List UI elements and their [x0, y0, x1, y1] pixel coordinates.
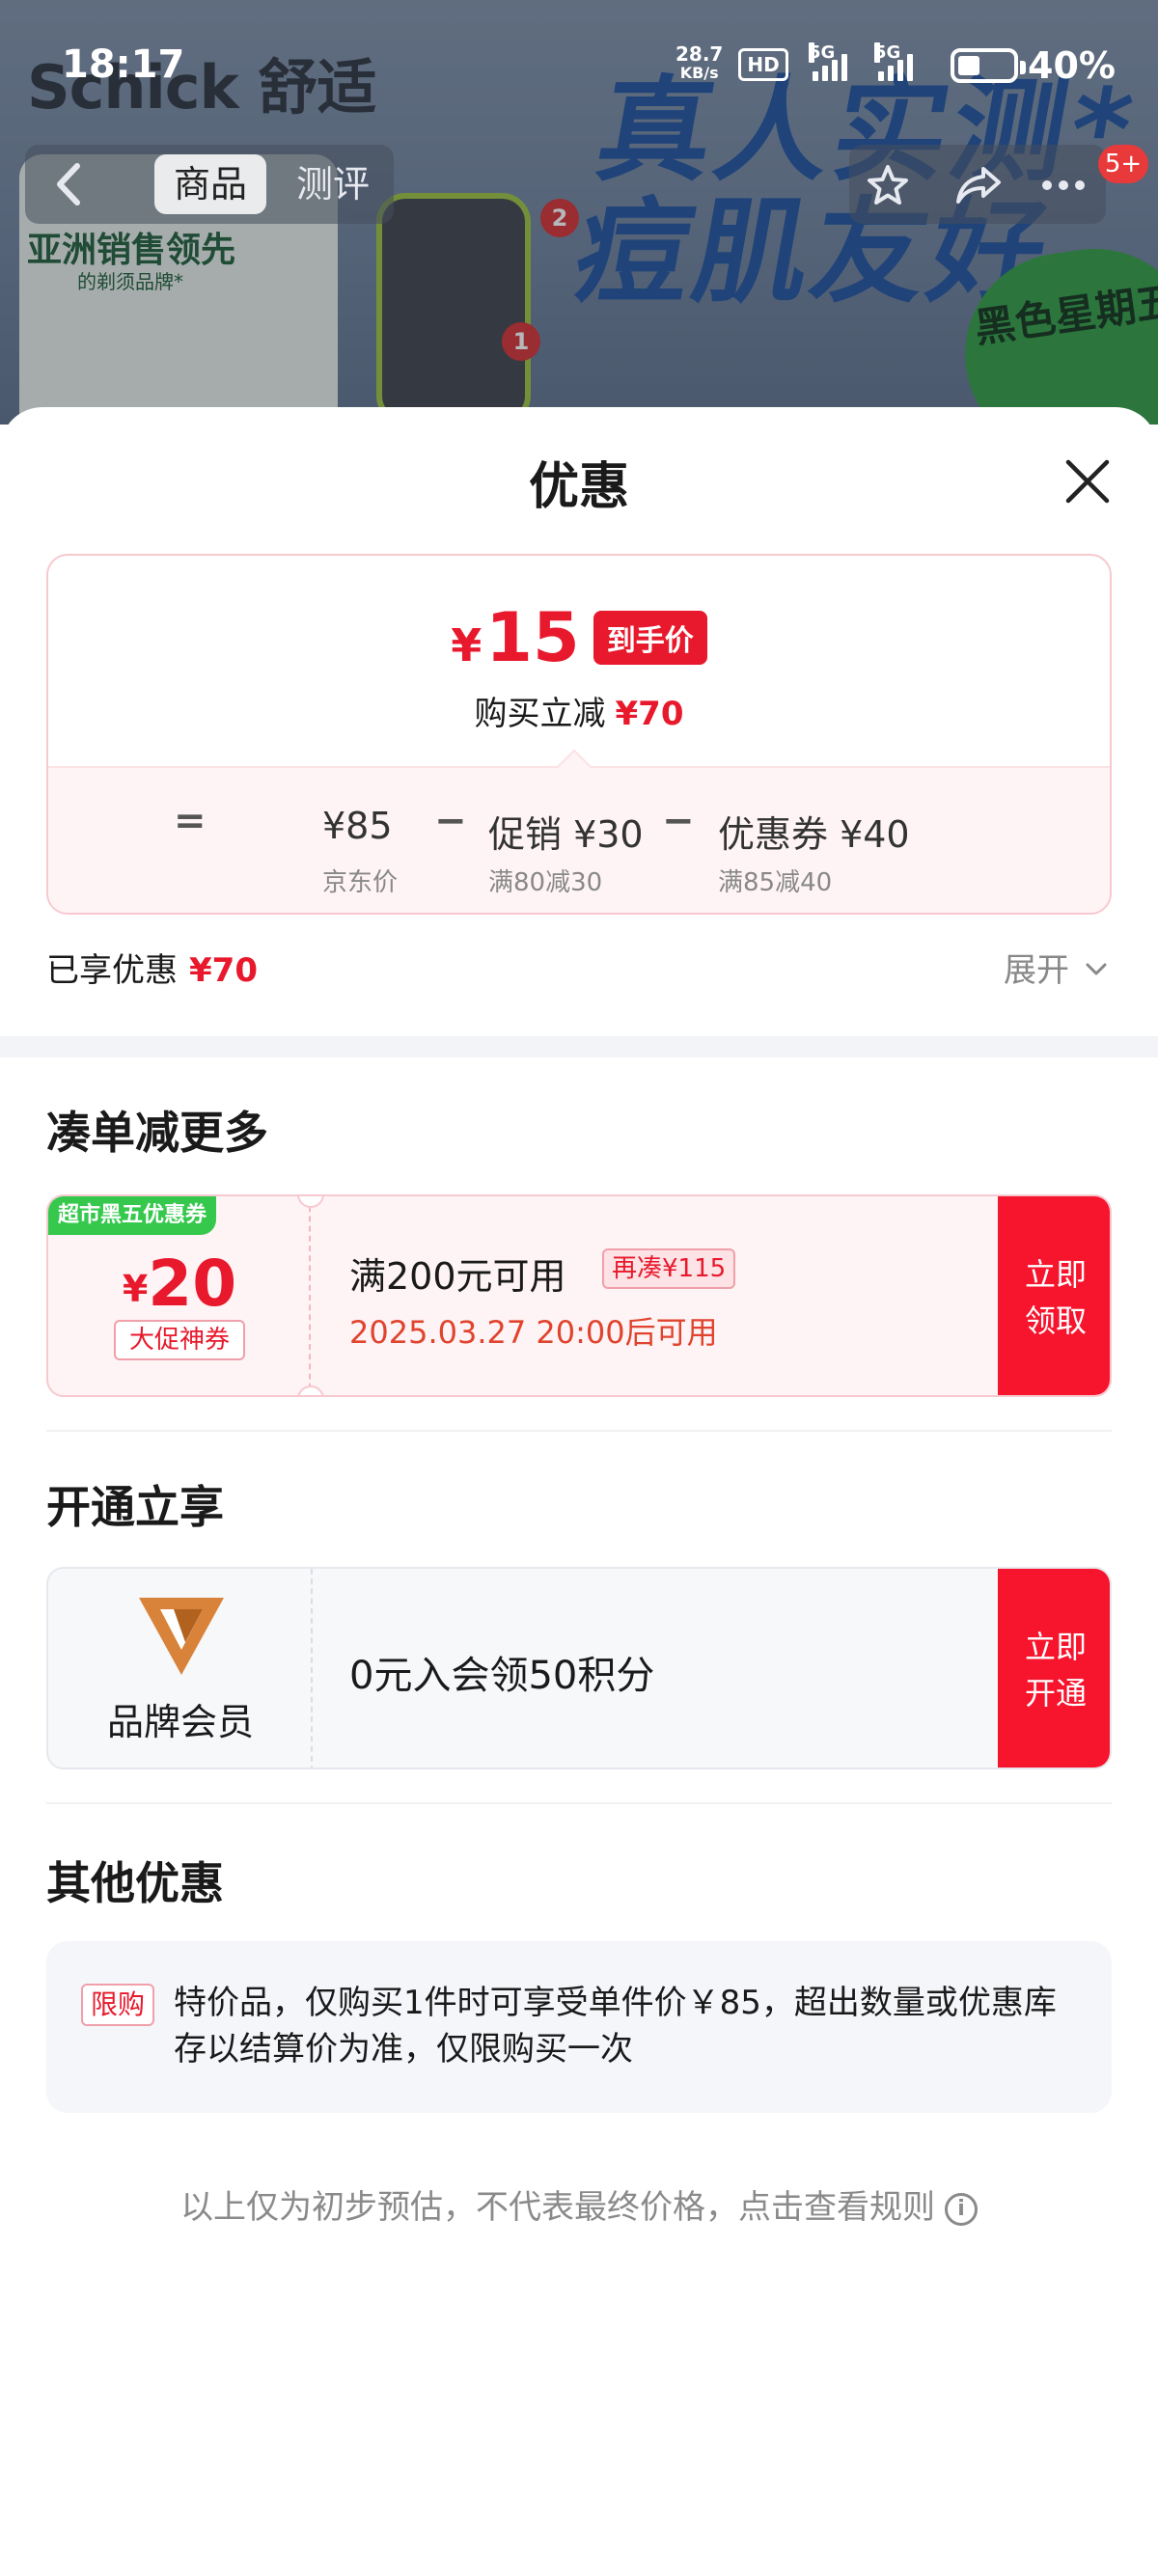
reduce-label: 购买立减 — [474, 695, 606, 733]
reduce-line: 购买立减 ¥70 — [48, 687, 1110, 734]
brand-member-logo-icon — [135, 1594, 228, 1679]
coupon-card: 超市黑五优惠券 ¥20 大促神券 满200元可用 再凑¥115 2025.03.… — [46, 1194, 1112, 1397]
final-price-row: ¥ 15 到手价 — [48, 598, 1110, 677]
limit-purchase-tag: 限购 — [81, 1984, 155, 2026]
signal-1-label: 5G — [809, 42, 836, 63]
status-time: 18:17 — [62, 42, 185, 87]
final-price: 15 — [485, 598, 580, 677]
claim-coupon-button[interactable]: 立即 领取 — [998, 1196, 1110, 1395]
back-icon[interactable] — [35, 152, 102, 216]
other-offer-box: 限购 特价品，仅购买1件时可享受单件价￥85，超出数量或优惠库存以结算价为准，仅… — [46, 1941, 1112, 2113]
coupon-discount: 优惠券 ¥40 — [718, 813, 910, 856]
enjoyed-label: 已享优惠 — [46, 951, 178, 990]
section-title-other: 其他优惠 — [46, 1857, 224, 1909]
coupon-available-time: 2025.03.27 20:00后可用 — [349, 1314, 718, 1351]
discount-sheet: 优惠 ¥ 15 到手价 购买立减 ¥70 = ¥85 京东价 − 促销 ¥30 满… — [0, 407, 1158, 2576]
rules-note-text: 以上仅为初步预估，不代表最终价格，点击查看规则 — [180, 2188, 935, 2227]
minus-sign-1: − — [434, 799, 467, 843]
expand-button[interactable]: 展开 — [1004, 944, 1069, 991]
member-card: 品牌会员 0元入会领50积分 立即 开通 — [46, 1567, 1112, 1769]
network-speed-unit: KB/s — [679, 64, 719, 82]
more-icon[interactable] — [1038, 160, 1089, 210]
battery-icon — [951, 48, 1026, 83]
message-count-badge: 5+ — [1098, 145, 1148, 183]
jd-price-label: 京东价 — [322, 868, 399, 897]
signal-icon-1: 5G — [809, 42, 847, 81]
section-title-member: 开通立享 — [46, 1481, 224, 1533]
enjoyed-discount: 已享优惠 ¥70 — [46, 944, 258, 991]
thin-divider — [46, 1802, 1112, 1804]
status-bar: 18:17 28.7 KB/s HD 5G 5G 40% — [0, 0, 1158, 135]
claim-button-line2: 领取 — [1024, 1302, 1087, 1339]
join-button-line2: 开通 — [1024, 1675, 1087, 1712]
member-offer-text: 0元入会领50积分 — [349, 1654, 655, 1698]
info-icon[interactable]: i — [945, 2192, 978, 2226]
share-icon[interactable] — [953, 160, 1004, 210]
coupon-currency: ¥ — [122, 1268, 149, 1310]
join-member-button[interactable]: 立即 开通 — [998, 1569, 1110, 1768]
star-icon[interactable] — [863, 160, 913, 210]
signal-icon-2: 5G — [874, 42, 913, 81]
hd-icon: HD — [738, 48, 788, 81]
section-divider — [0, 1036, 1158, 1057]
minus-sign-2: − — [662, 799, 695, 843]
coupon-gap-tag: 再凑¥115 — [602, 1248, 736, 1289]
other-offer-text: 特价品，仅购买1件时可享受单件价￥85，超出数量或优惠库存以结算价为准，仅限购买… — [174, 1984, 1057, 2069]
price-breakdown-card: ¥ 15 到手价 购买立减 ¥70 = ¥85 京东价 − 促销 ¥30 满80减… — [46, 554, 1112, 915]
promo-rule: 满80减30 — [488, 868, 603, 897]
jd-price: ¥85 — [322, 805, 393, 847]
final-price-tag: 到手价 — [593, 611, 707, 665]
sheet-title: 优惠 — [528, 458, 629, 516]
thin-divider — [46, 1430, 1112, 1432]
equals-sign: = — [174, 799, 207, 843]
final-price-currency: ¥ — [451, 619, 482, 671]
signal-2-label: 5G — [874, 42, 901, 63]
close-icon[interactable] — [1052, 446, 1123, 517]
member-label: 品牌会员 — [106, 1701, 254, 1743]
claim-button-line1: 立即 — [1024, 1256, 1087, 1293]
coupon-rule: 满85减40 — [718, 868, 833, 897]
tab-review[interactable]: 测评 — [280, 154, 386, 214]
coupon-amount-value: 20 — [148, 1247, 237, 1321]
section-title-more: 凑单减更多 — [46, 1107, 268, 1159]
chevron-down-icon[interactable] — [1083, 955, 1110, 982]
network-speed-value: 28.7 — [676, 42, 724, 66]
promo-discount: 促销 ¥30 — [488, 813, 644, 856]
reduce-value: ¥70 — [615, 695, 684, 733]
tab-product[interactable]: 商品 — [154, 154, 266, 214]
join-button-line1: 立即 — [1024, 1629, 1087, 1665]
coupon-kind-tag: 大促神券 — [114, 1320, 245, 1360]
coupon-condition: 满200元可用 — [349, 1255, 566, 1298]
network-speed: 28.7 KB/s — [676, 44, 723, 83]
rules-note[interactable]: 以上仅为初步预估，不代表最终价格，点击查看规则 i — [0, 2180, 1158, 2228]
coupon-amount: ¥20 — [48, 1247, 311, 1321]
battery-percent: 40% — [1028, 44, 1116, 87]
enjoyed-value: ¥70 — [189, 951, 258, 990]
coupon-ribbon: 超市黑五优惠券 — [48, 1196, 217, 1235]
